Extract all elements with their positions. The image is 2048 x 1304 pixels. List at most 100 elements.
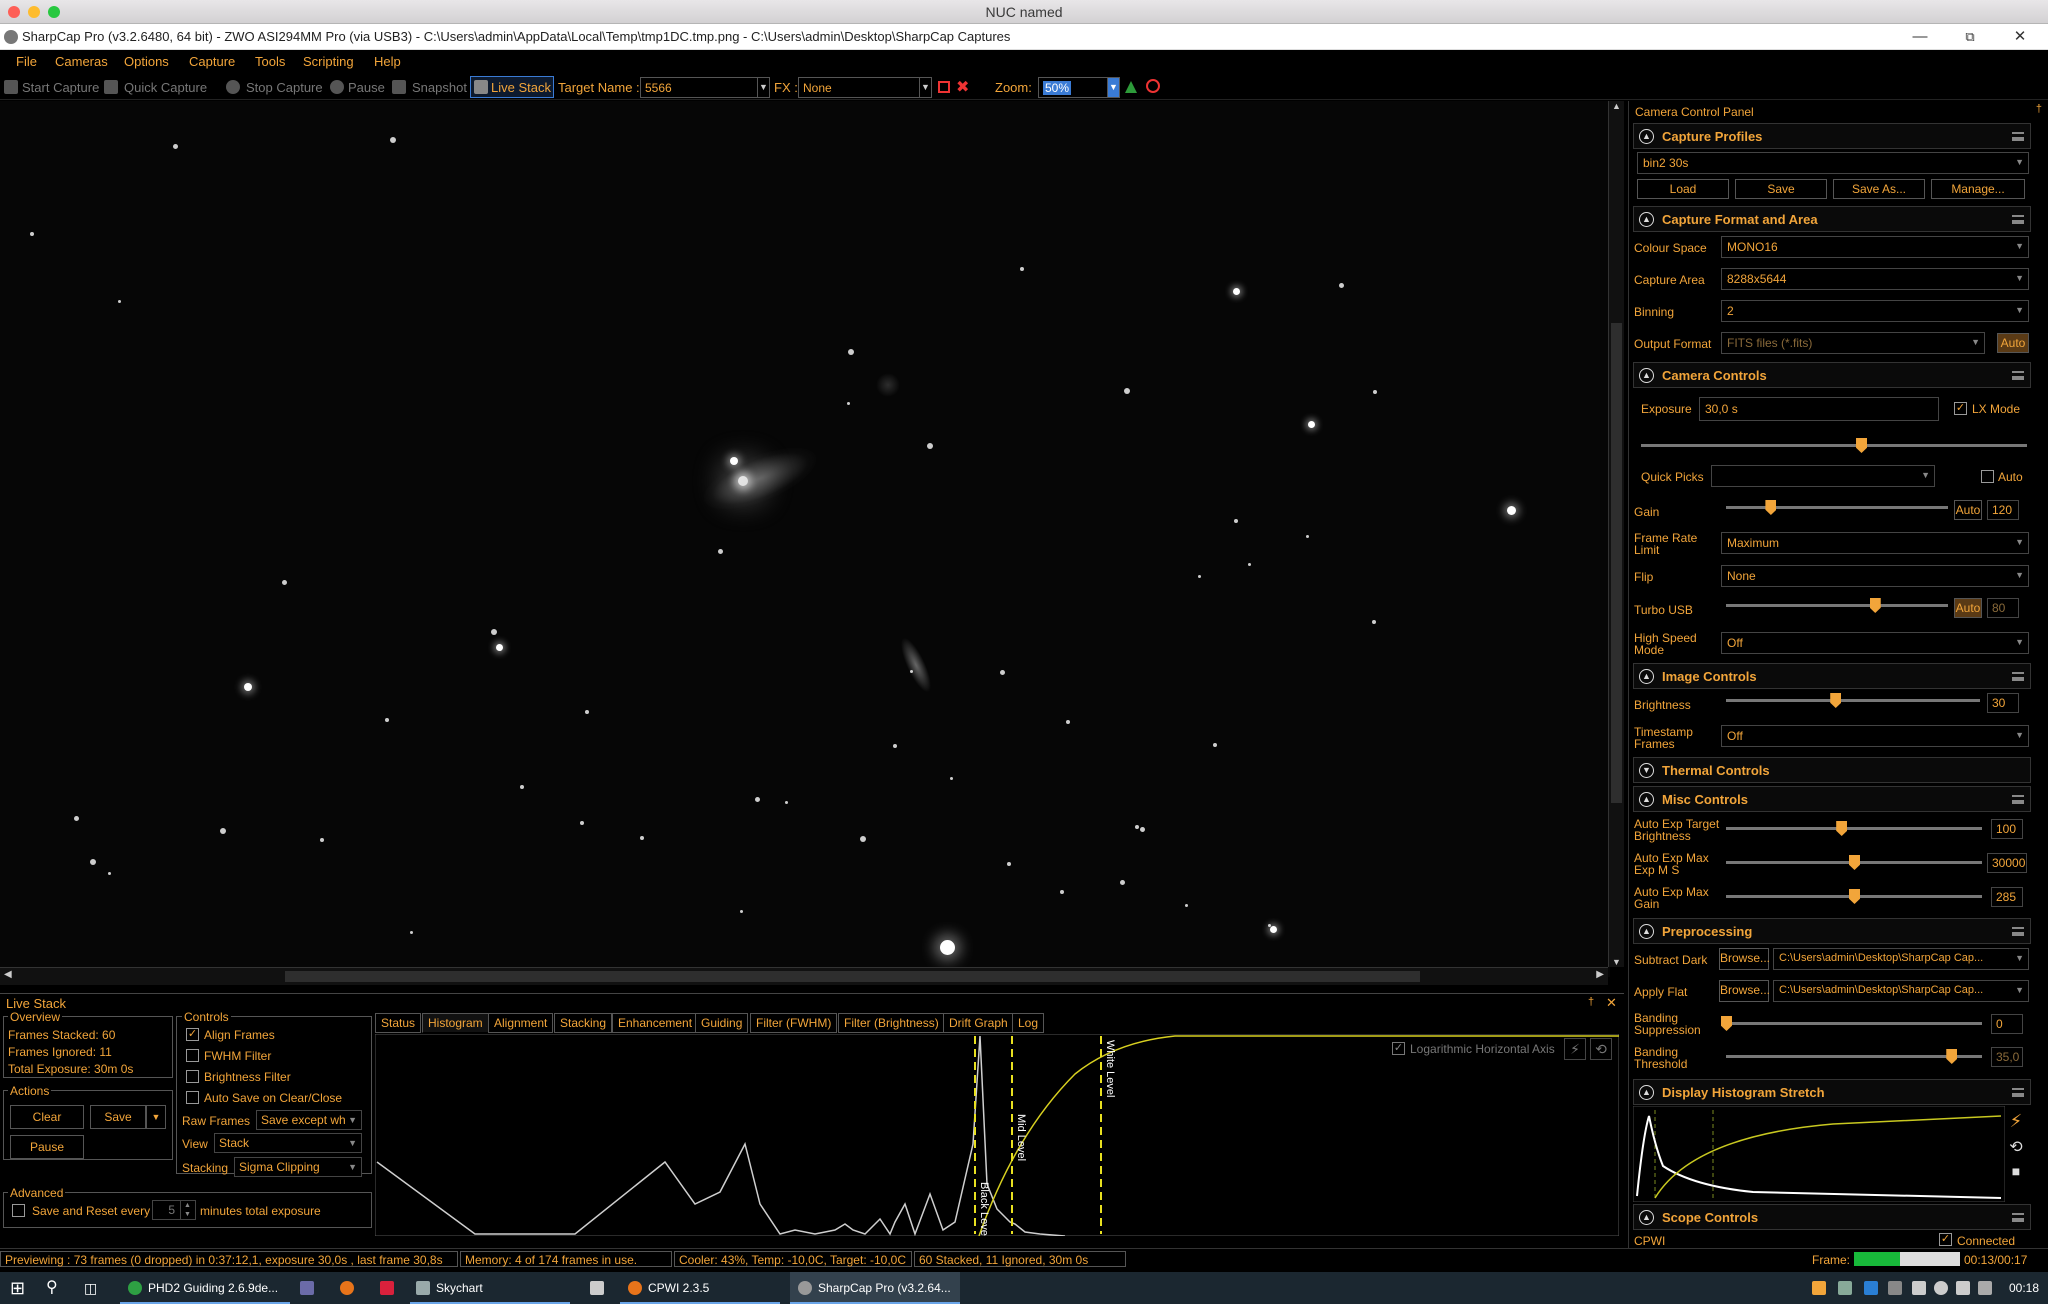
menu-icon[interactable] (2012, 1088, 2024, 1097)
auto-exp-target-input[interactable]: 100 (1991, 819, 2023, 839)
section-image-controls[interactable]: ▲ Image Controls (1633, 663, 2031, 689)
scroll-down-icon[interactable]: ▼ (1612, 957, 1621, 967)
taskbar-cpwi[interactable]: CPWI 2.3.5 (620, 1272, 780, 1304)
frame-rate-select[interactable]: Maximum ▼ (1721, 532, 2029, 554)
windows-start-icon[interactable]: ⊞ (10, 1272, 30, 1304)
menu-icon[interactable] (2012, 795, 2024, 804)
menu-icon[interactable] (2012, 1213, 2024, 1222)
gain-auto-button[interactable]: Auto (1954, 500, 1982, 520)
brightness-input[interactable]: 30 (1987, 693, 2019, 713)
tab-histogram[interactable]: Histogram (422, 1013, 489, 1033)
turbo-usb-auto-button[interactable]: Auto (1954, 598, 1982, 618)
start-capture-button[interactable]: Start Capture (22, 80, 99, 95)
quick-picks-auto-checkbox[interactable] (1981, 470, 1994, 483)
section-scope-controls[interactable]: ▲ Scope Controls (1633, 1204, 2031, 1230)
timer-icon[interactable] (1146, 79, 1160, 93)
exposure-input[interactable]: 30,0 s (1699, 397, 1939, 421)
save-stack-button[interactable]: Save (90, 1105, 146, 1129)
auto-exp-target-slider[interactable] (1726, 821, 1982, 836)
vertical-scroll-thumb[interactable] (1611, 323, 1622, 803)
slider-thumb[interactable] (1765, 500, 1777, 515)
flip-select[interactable]: None ▼ (1721, 565, 2029, 587)
target-name-input[interactable]: 5566 ▼ (640, 77, 770, 98)
auto-exp-max-gain-slider[interactable] (1726, 889, 1982, 904)
stacking-select[interactable]: Sigma Clipping ▼ (234, 1157, 362, 1177)
firefox-icon[interactable] (340, 1281, 354, 1295)
brightness-slider[interactable] (1726, 693, 1980, 708)
fx-select[interactable]: None ▼ (798, 77, 932, 98)
section-capture-format[interactable]: ▲ Capture Format and Area (1633, 206, 2031, 232)
expand-icon[interactable]: ▼ (1639, 763, 1654, 778)
pause-stack-button[interactable]: Pause (10, 1135, 84, 1159)
search-icon[interactable]: ⚲ (46, 1272, 66, 1304)
lx-mode-checkbox[interactable]: ✓ (1954, 402, 1967, 415)
pin-icon[interactable]: † (2036, 103, 2042, 115)
output-format-select[interactable]: FITS files (*.fits) ▼ (1721, 332, 1985, 354)
auto-exp-max-ms-slider[interactable] (1726, 855, 1982, 870)
save-reset-checkbox[interactable] (12, 1204, 25, 1217)
exposure-slider[interactable] (1641, 438, 2027, 453)
menu-icon[interactable] (2012, 371, 2024, 380)
apply-flat-select[interactable]: C:\Users\admin\Desktop\SharpCap Cap... ▼ (1773, 980, 2029, 1002)
auto-stretch-icon[interactable]: ⚡ (2003, 1111, 2029, 1133)
tray-network-icon[interactable] (1838, 1281, 1852, 1295)
collapse-icon[interactable]: ▲ (1639, 924, 1654, 939)
collapse-icon[interactable]: ▲ (1639, 368, 1654, 383)
save-profile-button[interactable]: Save (1735, 179, 1827, 199)
taskbar-skychart[interactable]: Skychart (410, 1272, 570, 1304)
section-histogram-stretch[interactable]: ▲ Display Histogram Stretch (1633, 1079, 2031, 1105)
align-frames-checkbox[interactable]: ✓ (186, 1028, 199, 1041)
gain-input[interactable]: 120 (1987, 500, 2019, 520)
scroll-up-icon[interactable]: ▲ (1612, 101, 1621, 111)
apply-flat-browse-button[interactable]: Browse... (1719, 980, 1770, 1002)
battery-icon[interactable] (1912, 1281, 1926, 1295)
tab-filter-brightness[interactable]: Filter (Brightness) (838, 1013, 945, 1033)
scroll-left-icon[interactable]: ◀ (4, 969, 12, 980)
app-icon[interactable] (300, 1281, 314, 1295)
restore-icon[interactable]: ⧉ (1950, 26, 1990, 48)
menu-file[interactable]: File (16, 54, 37, 69)
tab-status[interactable]: Status (375, 1013, 422, 1033)
live-stack-button[interactable]: Live Stack (470, 76, 554, 98)
spinner-icon[interactable]: ▲ ▼ (180, 1201, 194, 1219)
menu-capture[interactable]: Capture (189, 54, 235, 69)
taskbar-sharpcap[interactable]: SharpCap Pro (v3.2.64... (790, 1272, 960, 1304)
vertical-scrollbar[interactable]: ▲ ▼ (1608, 101, 1624, 967)
profile-select[interactable]: bin2 30s ▼ (1637, 152, 2029, 174)
minimize-icon[interactable]: — (1900, 26, 1940, 48)
turbo-usb-input[interactable]: 80 (1987, 598, 2019, 618)
slider-thumb[interactable] (1721, 1016, 1732, 1031)
zoom-select[interactable]: 50% ▼ (1038, 77, 1120, 98)
capture-area-select[interactable]: 8288x5644 ▼ (1721, 268, 2029, 290)
histogram-stretch-chart[interactable] (1633, 1106, 2005, 1202)
pin-icon[interactable]: † (1588, 996, 1594, 1008)
view-select[interactable]: Stack ▼ (214, 1133, 362, 1153)
chevron-down-icon[interactable]: ▼ (919, 78, 931, 97)
tab-guiding[interactable]: Guiding (695, 1013, 749, 1033)
settings-gear-icon[interactable] (590, 1281, 604, 1295)
pause-button[interactable]: Pause (348, 80, 385, 95)
colour-space-select[interactable]: MONO16 ▼ (1721, 236, 2029, 258)
select-area-icon[interactable] (938, 81, 950, 93)
close-icon[interactable]: ✕ (2000, 26, 2040, 48)
section-preprocessing[interactable]: ▲ Preprocessing (1633, 918, 2031, 944)
tab-drift-graph[interactable]: Drift Graph (943, 1013, 1014, 1033)
auto-stretch-histogram-icon[interactable]: ⚡ (1564, 1038, 1586, 1060)
bluetooth-icon[interactable] (1864, 1281, 1878, 1295)
collapse-icon[interactable]: ▲ (1639, 1210, 1654, 1225)
slider-thumb[interactable] (1849, 855, 1860, 870)
horizontal-scrollbar[interactable]: ◀ ▶ (0, 967, 1608, 985)
stop-capture-button[interactable]: Stop Capture (246, 80, 323, 95)
subtract-dark-select[interactable]: C:\Users\admin\Desktop\SharpCap Cap... ▼ (1773, 948, 2029, 970)
menu-icon[interactable] (2012, 672, 2024, 681)
slider-thumb[interactable] (1830, 693, 1842, 708)
fwhm-filter-checkbox[interactable] (186, 1049, 199, 1062)
taskbar-phd2[interactable]: PHD2 Guiding 2.6.9de... (120, 1272, 290, 1304)
subtract-dark-browse-button[interactable]: Browse... (1719, 948, 1770, 970)
scope-connected-checkbox[interactable]: ✓ (1939, 1233, 1952, 1246)
collapse-icon[interactable]: ▲ (1639, 669, 1654, 684)
slider-thumb[interactable] (1849, 889, 1860, 904)
quick-picks-select[interactable]: ▼ (1711, 465, 1935, 487)
collapse-icon[interactable]: ▲ (1639, 792, 1654, 807)
high-speed-select[interactable]: Off ▼ (1721, 632, 2029, 654)
